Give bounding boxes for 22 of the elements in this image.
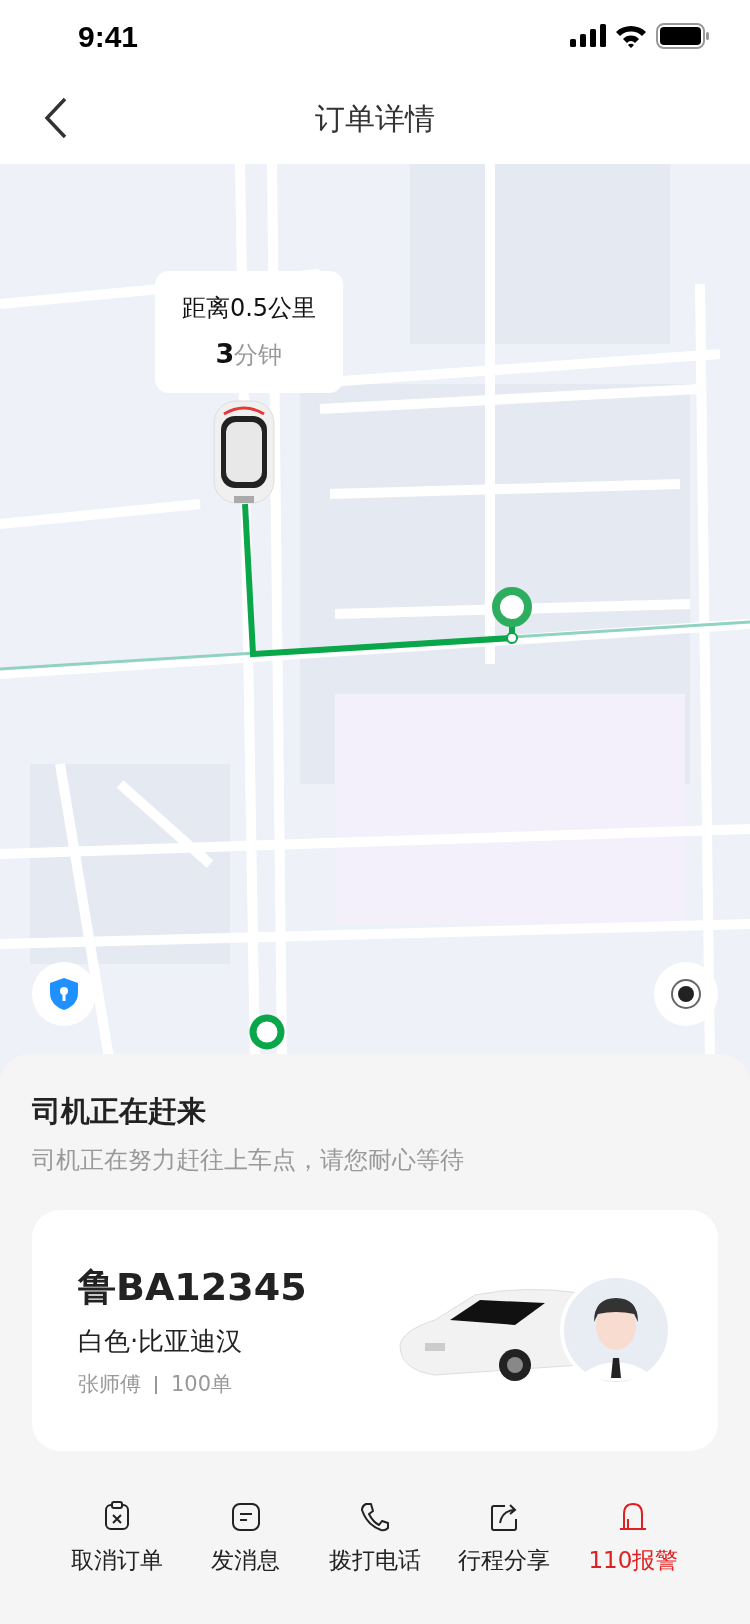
eta-text: 3分钟 <box>215 336 283 371</box>
action-button[interactable]: 发消息 <box>181 1498 311 1577</box>
page-title: 订单详情 <box>315 99 435 138</box>
status-subtitle: 司机正在努力赶往上车点，请您耐心等待 <box>32 1144 465 1176</box>
status-title: 司机正在赶来 <box>32 1093 207 1130</box>
action-button[interactable]: 行程分享 <box>439 1498 569 1577</box>
locate-icon <box>669 977 703 1011</box>
signal-icon <box>570 24 606 48</box>
action-button[interactable]: 110报警 <box>568 1498 698 1577</box>
status-time: 9:41 <box>78 18 139 55</box>
driver-name: 张师傅 <box>78 1371 141 1399</box>
shield-icon <box>48 977 80 1011</box>
destination-marker <box>492 587 532 627</box>
order-count: 100单 <box>171 1371 233 1399</box>
battery-icon <box>656 23 710 49</box>
pickup-marker <box>249 1014 285 1050</box>
license-plate: 鲁BA12345 <box>78 1264 307 1312</box>
distance-text: 距离0.5公里 <box>181 292 317 324</box>
wifi-icon <box>614 24 648 48</box>
vehicle-info: 白色·比亚迪汉 <box>78 1325 244 1359</box>
action-button[interactable]: 取消订单 <box>52 1498 182 1577</box>
action-button[interactable]: 拨打电话 <box>310 1498 440 1577</box>
